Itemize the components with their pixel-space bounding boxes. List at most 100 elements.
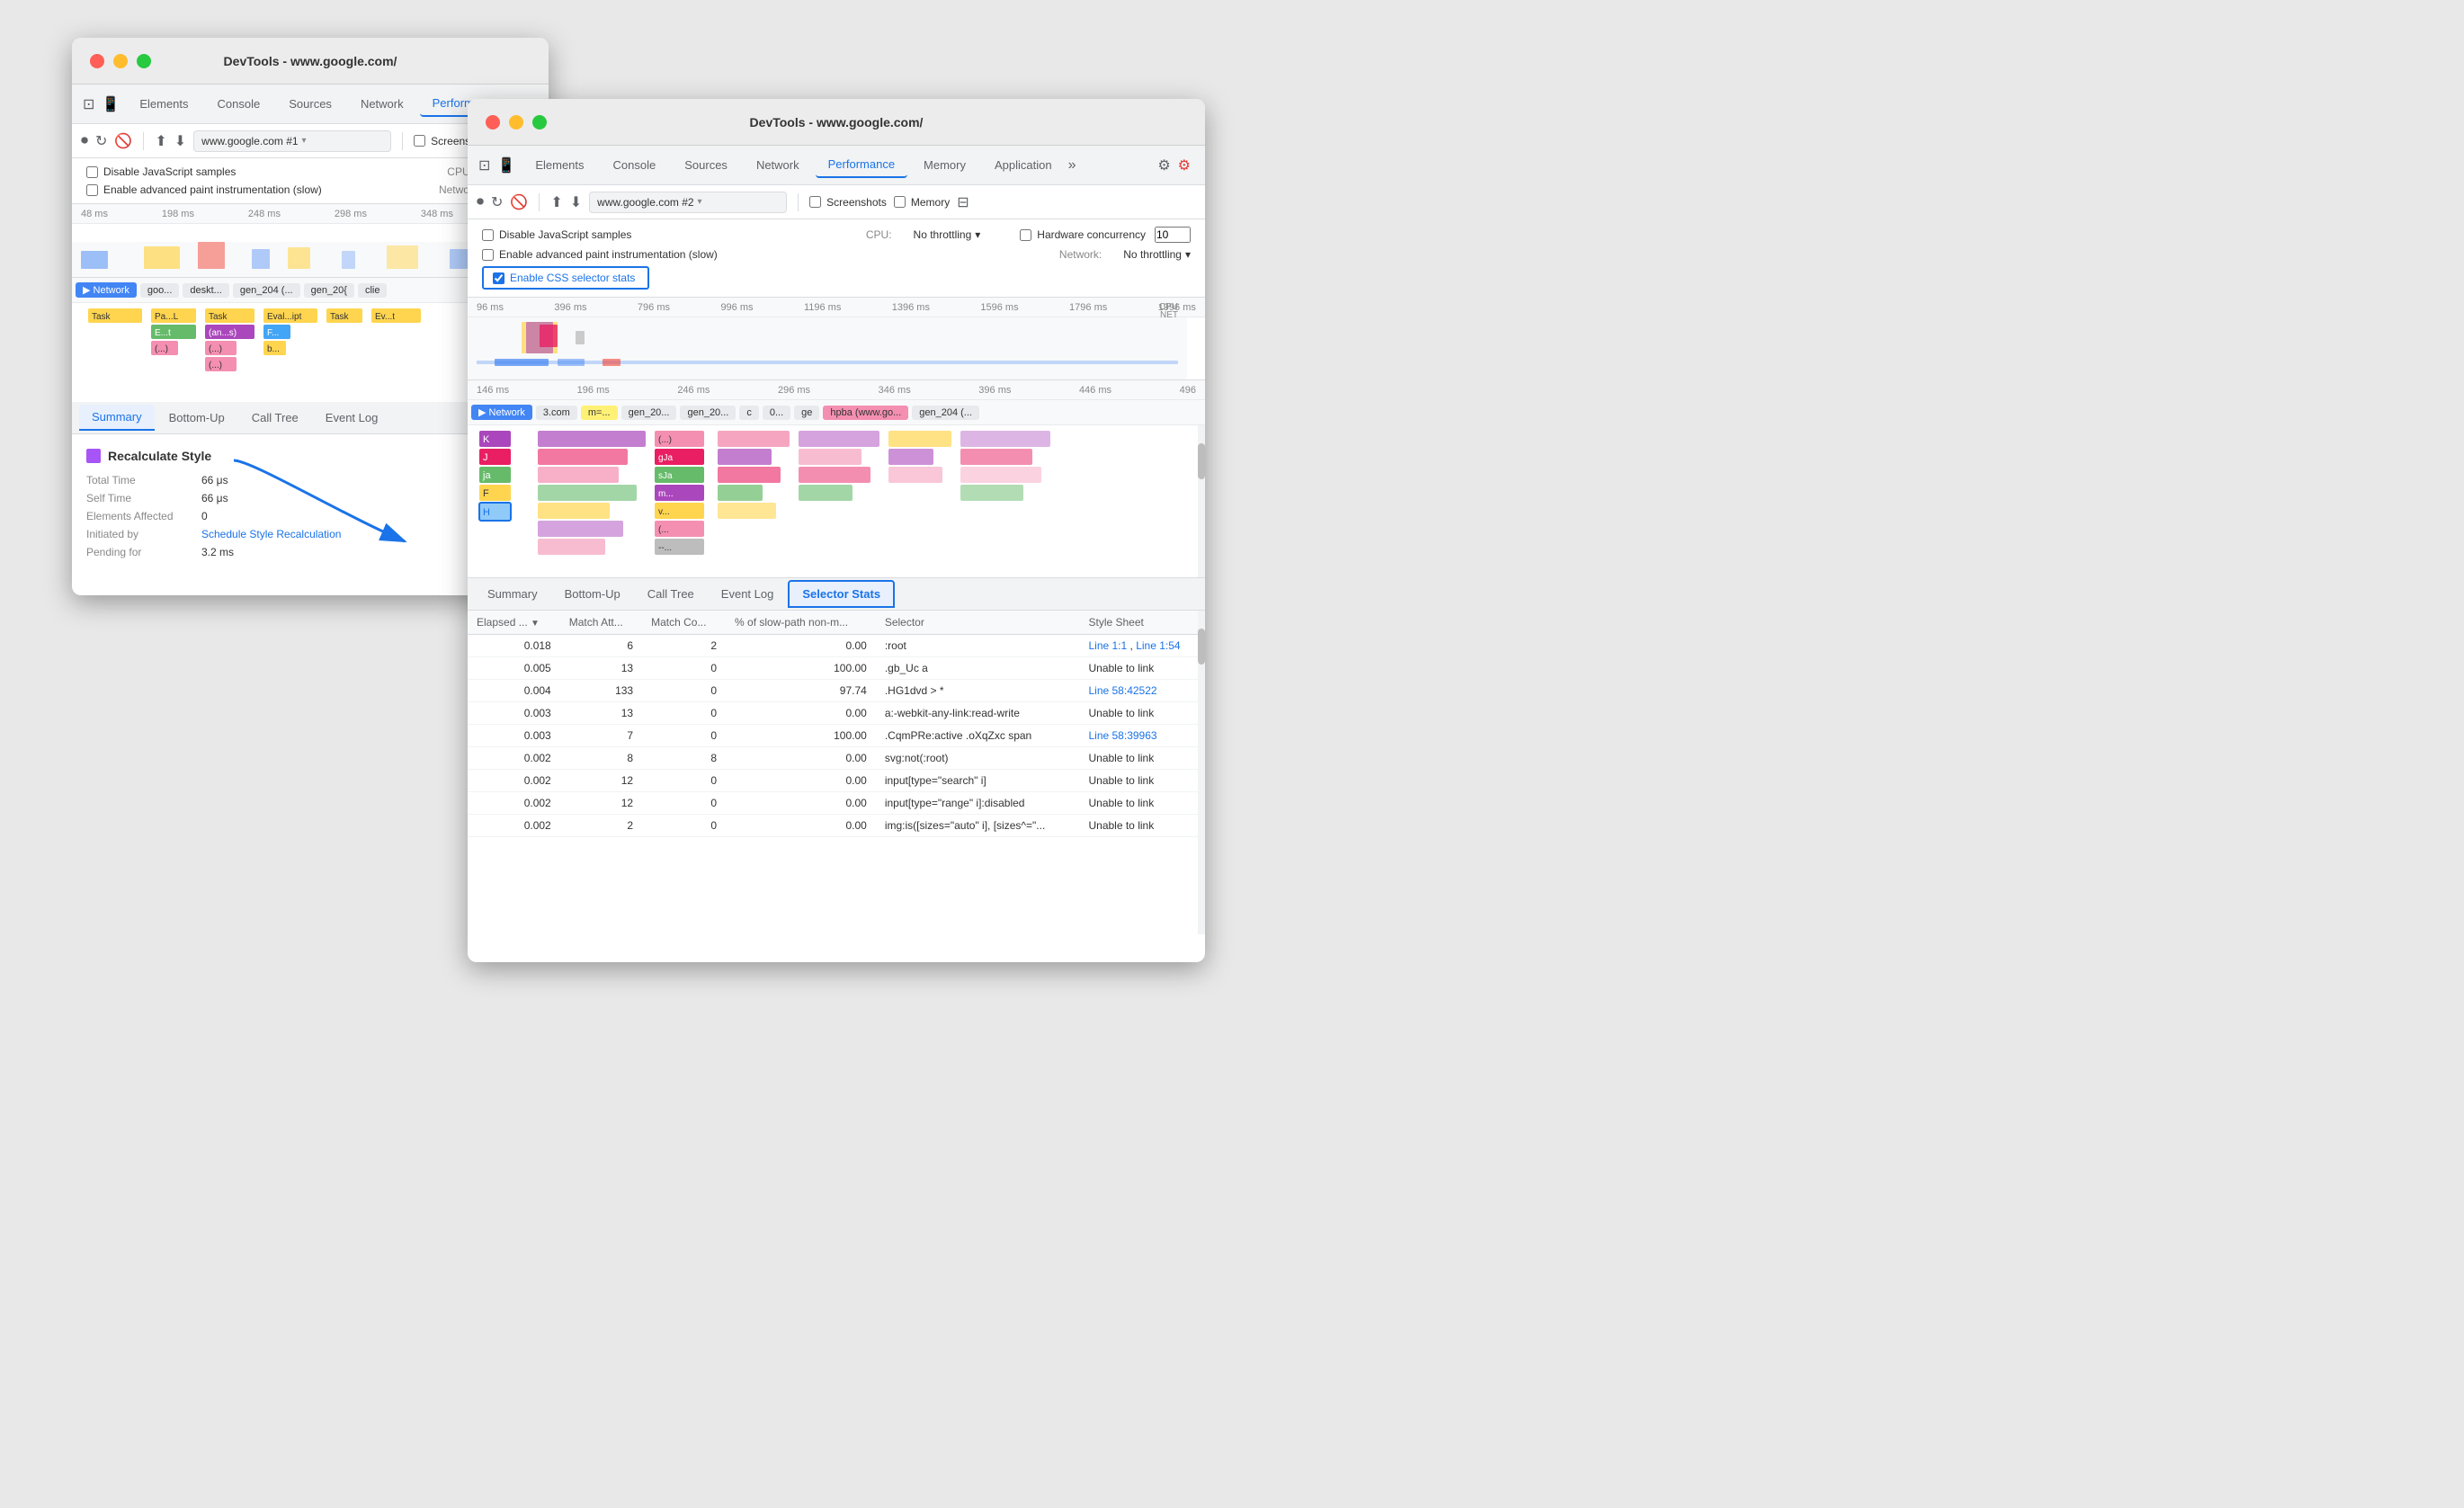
close-button-2[interactable] <box>486 115 500 129</box>
flame-chart-2[interactable]: K J ja F H (...) gJa sJa m... v... (... <box>468 425 1205 578</box>
advanced-paint-label-1: Enable advanced paint instrumentation (s… <box>103 183 322 196</box>
reload-icon[interactable]: ↻ <box>95 132 107 150</box>
menu-icon-2[interactable]: ⚙ <box>1178 156 1191 174</box>
url-chevron-2[interactable]: ▾ <box>698 197 702 207</box>
clear-icon-2[interactable]: 🚫 <box>510 193 528 211</box>
download-icon-2[interactable]: ⬇ <box>570 193 582 211</box>
table-row[interactable]: 0.002 12 0 0.00 input[type="search" i] U… <box>468 770 1205 792</box>
initiated-link[interactable]: Schedule Style Recalculation <box>201 528 341 540</box>
scroll-thumb-flame[interactable] <box>1198 443 1205 479</box>
tab-console-2[interactable]: Console <box>601 153 669 177</box>
sheet-link[interactable]: Line 58:39963 <box>1088 729 1156 742</box>
maximize-button-1[interactable] <box>137 54 151 68</box>
th-pct[interactable]: % of slow-path non-m... <box>726 611 876 635</box>
clear-icon[interactable]: 🚫 <box>114 132 132 150</box>
record-icon-2[interactable]: ⏺ <box>477 194 484 210</box>
tab-performance-2[interactable]: Performance <box>816 152 907 178</box>
cell-elapsed: 0.002 <box>468 770 560 792</box>
tab-memory-2[interactable]: Memory <box>911 153 978 177</box>
minimize-button-2[interactable] <box>509 115 523 129</box>
url-chevron-1[interactable]: ▾ <box>302 136 307 146</box>
svg-text:J: J <box>483 452 488 463</box>
selector-stats-table: Elapsed ... ▼ Match Att... Match Co... %… <box>468 611 1205 837</box>
cell-match-att: 6 <box>560 635 642 657</box>
table-row[interactable]: 0.002 8 8 0.00 svg:not(:root) Unable to … <box>468 747 1205 770</box>
tab-sources-2[interactable]: Sources <box>672 153 740 177</box>
btab-calltree-2[interactable]: Call Tree <box>635 582 707 606</box>
table-row[interactable]: 0.018 6 2 0.00 :root Line 1:1 , Line 1:5… <box>468 635 1205 657</box>
table-row[interactable]: 0.004 133 0 97.74 .HG1dvd > * Line 58:42… <box>468 680 1205 702</box>
screenshots-checkbox-1[interactable] <box>414 135 425 147</box>
upload-icon[interactable]: ⬆ <box>155 132 166 150</box>
table-container[interactable]: Elapsed ... ▼ Match Att... Match Co... %… <box>468 611 1205 934</box>
url-bar-1[interactable]: www.google.com #1 ▾ <box>193 130 391 152</box>
th-match-co[interactable]: Match Co... <box>642 611 726 635</box>
memory-checkbox-2[interactable] <box>894 196 906 208</box>
btab-summary-1[interactable]: Summary <box>79 405 155 431</box>
scroll-track-table[interactable] <box>1198 611 1205 934</box>
cell-pct: 100.00 <box>726 657 876 680</box>
total-time-key: Total Time <box>86 474 194 486</box>
th-match-att[interactable]: Match Att... <box>560 611 642 635</box>
th-elapsed[interactable]: Elapsed ... ▼ <box>468 611 560 635</box>
disable-js-checkbox-2[interactable] <box>482 229 494 241</box>
screenshots-checkbox-2[interactable] <box>809 196 821 208</box>
settings-icon-2[interactable]: ⚙ <box>1157 156 1170 174</box>
cell-match-att: 2 <box>560 815 642 837</box>
upload-icon-2[interactable]: ⬆ <box>550 193 562 211</box>
download-icon[interactable]: ⬇ <box>174 132 186 150</box>
tab-elements-2[interactable]: Elements <box>522 153 596 177</box>
more-tabs-icon-2[interactable]: » <box>1068 157 1076 174</box>
sheet-link[interactable]: Line 58:42522 <box>1088 684 1156 697</box>
scroll-thumb-table[interactable] <box>1198 629 1205 665</box>
table-row[interactable]: 0.002 2 0 0.00 img:is([sizes="auto" i], … <box>468 815 1205 837</box>
btab-bottomup-1[interactable]: Bottom-Up <box>156 406 237 430</box>
sep-2a <box>539 193 540 211</box>
hardware-checkbox-2[interactable] <box>1020 229 1031 241</box>
close-button-1[interactable] <box>90 54 104 68</box>
extra-icon-2[interactable]: ⊟ <box>957 193 969 211</box>
th-selector[interactable]: Selector <box>876 611 1080 635</box>
inspector-icon-2[interactable]: ⊡ <box>478 156 490 174</box>
enable-css-checkbox[interactable] <box>493 272 504 284</box>
url-bar-2[interactable]: www.google.com #2 ▾ <box>589 192 787 213</box>
advanced-paint-checkbox-2[interactable] <box>482 249 494 261</box>
btab-calltree-1[interactable]: Call Tree <box>239 406 311 430</box>
record-icon[interactable]: ⏺ <box>81 133 88 149</box>
table-row[interactable]: 0.003 7 0 100.00 .CqmPRe:active .oXqZxc … <box>468 725 1205 747</box>
r2-mark-7: 1796 ms <box>1069 302 1107 313</box>
inspector-icon[interactable]: ⊡ <box>83 95 94 113</box>
table-row[interactable]: 0.003 13 0 0.00 a:-webkit-any-link:read-… <box>468 702 1205 725</box>
timeline-area-2[interactable] <box>468 317 1205 380</box>
tab-network-1[interactable]: Network <box>348 92 416 116</box>
device-icon-2[interactable]: 📱 <box>497 156 515 174</box>
cell-match-att: 13 <box>560 702 642 725</box>
sheet-link2[interactable]: Line 1:54 <box>1136 639 1180 652</box>
titlebar-1: DevTools - www.google.com/ <box>72 38 549 85</box>
tab-network-2[interactable]: Network <box>744 153 812 177</box>
ruler-mark-4: 348 ms <box>421 209 453 219</box>
btab-summary-2[interactable]: Summary <box>475 582 550 606</box>
btab-eventlog-2[interactable]: Event Log <box>709 582 787 606</box>
tab-console-1[interactable]: Console <box>205 92 273 116</box>
device-icon[interactable]: 📱 <box>102 95 120 113</box>
table-row[interactable]: 0.002 12 0 0.00 input[type="range" i]:di… <box>468 792 1205 815</box>
disable-js-checkbox-1[interactable] <box>86 166 98 178</box>
sheet-link[interactable]: Line 1:1 <box>1088 639 1127 652</box>
th-sheet[interactable]: Style Sheet <box>1079 611 1205 635</box>
advanced-paint-checkbox-1[interactable] <box>86 184 98 196</box>
btab-bottomup-2[interactable]: Bottom-Up <box>552 582 633 606</box>
minimize-button-1[interactable] <box>113 54 128 68</box>
btab-eventlog-1[interactable]: Event Log <box>313 406 391 430</box>
reload-icon-2[interactable]: ↻ <box>491 193 503 211</box>
tab-elements-1[interactable]: Elements <box>127 92 201 116</box>
btab-selectorstats-2[interactable]: Selector Stats <box>788 580 895 608</box>
table-row[interactable]: 0.005 13 0 100.00 .gb_Uc a Unable to lin… <box>468 657 1205 680</box>
tab-application-2[interactable]: Application <box>982 153 1065 177</box>
toolbar-2: ⏺ ↻ 🚫 ⬆ ⬇ www.google.com #2 ▾ Screenshot… <box>468 185 1205 219</box>
concurrency-input[interactable] <box>1155 227 1191 243</box>
sep-2b <box>798 193 799 211</box>
maximize-button-2[interactable] <box>532 115 547 129</box>
scroll-track-flame[interactable] <box>1198 425 1205 577</box>
tab-sources-1[interactable]: Sources <box>276 92 344 116</box>
